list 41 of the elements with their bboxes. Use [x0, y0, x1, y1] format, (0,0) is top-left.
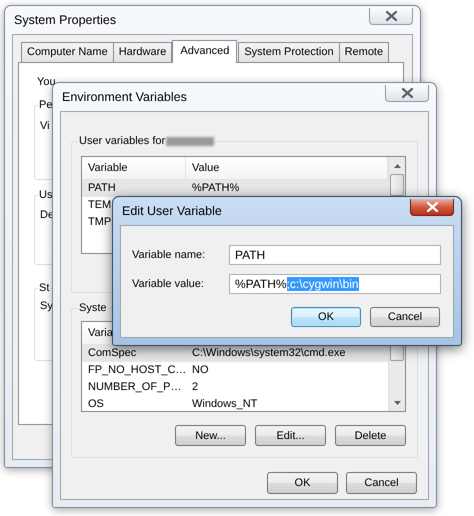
- variable-name: NUMBER_OF_P…: [88, 381, 182, 393]
- scrollbar-thumb[interactable]: [390, 174, 404, 196]
- close-icon: [426, 202, 438, 212]
- push-button[interactable]: Cancel: [370, 307, 440, 327]
- input-field[interactable]: %PATH%;c:\cygwin\bin: [229, 274, 441, 294]
- group-text: Vi: [40, 120, 50, 133]
- window-title: Edit User Variable: [121, 203, 222, 220]
- close-icon: [386, 11, 396, 21]
- window-title: Environment Variables: [61, 89, 187, 106]
- push-button[interactable]: OK: [291, 307, 361, 327]
- push-button[interactable]: New...: [175, 425, 246, 446]
- variable-value: Windows_NT: [192, 398, 258, 410]
- group-text: Sy: [40, 300, 53, 313]
- field-label: Variable value:: [132, 278, 205, 290]
- input-field[interactable]: PATH: [229, 245, 441, 265]
- variable-name: TMP: [88, 216, 112, 228]
- list-row[interactable]: FP_NO_HOST_C… NO: [82, 362, 388, 379]
- up-arrow-icon[interactable]: [394, 164, 400, 168]
- close-button[interactable]: [410, 199, 454, 216]
- group-label: User variables for: [79, 135, 166, 148]
- down-arrow-icon[interactable]: [394, 400, 400, 404]
- variable-name: FP_NO_HOST_C…: [88, 364, 186, 376]
- variable-name: PATH: [88, 182, 116, 194]
- push-button[interactable]: Edit...: [255, 425, 326, 446]
- push-button[interactable]: Delete: [335, 425, 406, 446]
- window-title: System Properties: [13, 12, 116, 29]
- variable-value: %PATH%: [192, 182, 240, 194]
- group-label: Syste: [78, 302, 108, 315]
- notice-text: You: [37, 76, 57, 89]
- list-row[interactable]: OS Windows_NT: [82, 396, 388, 411]
- field-label: Variable name:: [132, 249, 206, 261]
- list-row[interactable]: PATH %PATH%: [82, 180, 388, 197]
- list-row[interactable]: NUMBER_OF_P… 2: [82, 379, 388, 396]
- variable-value: NO: [192, 364, 208, 376]
- close-icon: [402, 88, 412, 98]
- variable-value: 2: [192, 381, 198, 393]
- variable-name: ComSpec: [88, 347, 136, 359]
- list-row[interactable]: ComSpec C:\Windows\system32\cmd.exe: [82, 345, 388, 362]
- variable-name: OS: [88, 398, 104, 410]
- variable-value: C:\Windows\system32\cmd.exe: [192, 347, 346, 359]
- column-header: Variable: [82, 157, 186, 179]
